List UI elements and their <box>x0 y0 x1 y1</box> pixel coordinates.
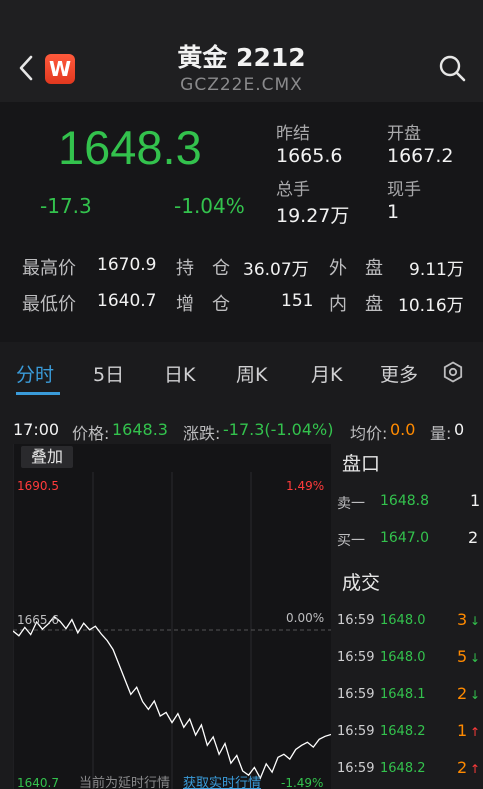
arrow-up-icon: ↑ <box>470 725 481 739</box>
ask1-price: 1648.8 <box>380 493 429 509</box>
chart-pct-mid: 0.00% <box>286 611 325 625</box>
chart-y-bottom: 1640.7 <box>17 776 59 789</box>
info-vol: 0 <box>454 420 465 439</box>
tab-more[interactable]: 更多 <box>380 360 418 387</box>
trade-qty: 2 <box>457 758 468 777</box>
overlay-button[interactable]: 叠加 <box>21 446 73 468</box>
outer-label: 外 盘 <box>329 258 383 279</box>
tab-daily-k[interactable]: 日K <box>164 360 195 387</box>
add-value: 151 <box>281 291 314 311</box>
volume-label: 总手 <box>276 180 310 200</box>
info-change: -17.3(-1.04%) <box>223 420 334 439</box>
prev-close-value: 1665.6 <box>276 145 343 167</box>
info-avg-label: 均价: <box>350 424 388 443</box>
chart-y-mid: 1665.6 <box>17 613 59 627</box>
open-value: 1667.2 <box>387 145 454 167</box>
ask1-qty: 1 <box>470 491 481 510</box>
intraday-chart[interactable] <box>12 444 332 789</box>
chart-y-top: 1690.5 <box>17 479 59 493</box>
trade-price: 1648.0 <box>380 613 426 628</box>
delay-notice: 当前为延时行情 <box>79 776 171 789</box>
low-label: 最低价 <box>22 294 76 315</box>
inner-value: 10.16万 <box>398 296 464 316</box>
trade-time: 16:59 <box>337 761 375 776</box>
active-tab-indicator <box>16 392 60 395</box>
settings-icon[interactable] <box>442 361 464 383</box>
info-time: 17:00 <box>13 420 60 439</box>
trade-qty: 2 <box>457 684 468 703</box>
trades-title: 成交 <box>342 572 381 594</box>
info-avg: 0.0 <box>390 420 416 439</box>
open-label: 开盘 <box>387 124 421 144</box>
current-hand-label: 现手 <box>387 180 421 200</box>
last-price: 1648.3 <box>58 121 202 174</box>
hold-label: 持 仓 <box>176 258 230 279</box>
prev-close-label: 昨结 <box>276 124 310 144</box>
tab-intraday[interactable]: 分时 <box>16 360 54 387</box>
hold-value: 36.07万 <box>243 260 309 280</box>
tab-5day[interactable]: 5日 <box>93 360 124 387</box>
trade-qty: 3 <box>457 610 468 629</box>
info-price: 1648.3 <box>112 420 168 439</box>
bid1-label: 买一 <box>337 533 365 549</box>
order-book-title: 盘口 <box>342 453 381 475</box>
bid1-price: 1647.0 <box>380 530 429 546</box>
chart-pct-top: 1.49% <box>286 479 325 493</box>
low-value: 1640.7 <box>97 291 157 311</box>
intraday-chart-svg <box>12 444 332 789</box>
high-value: 1670.9 <box>97 255 157 275</box>
info-change-label: 涨跌: <box>183 424 221 443</box>
trade-price: 1648.2 <box>380 761 426 776</box>
arrow-down-icon: ↓ <box>470 688 481 702</box>
chart-pct-bottom: -1.49% <box>281 776 324 789</box>
trade-time: 16:59 <box>337 650 375 665</box>
ask1-label: 卖一 <box>337 496 365 512</box>
price-change: -17.3 <box>40 194 92 218</box>
crosshair-infobar: 17:00 价格: 1648.3 涨跌: -17.3(-1.04%) 均价: 0… <box>0 414 483 444</box>
trade-price: 1648.2 <box>380 724 426 739</box>
trade-qty: 1 <box>457 721 468 740</box>
realtime-link[interactable]: 获取实时行情 <box>183 772 261 789</box>
trade-qty: 5 <box>457 647 468 666</box>
current-hand-value: 1 <box>387 201 400 223</box>
trade-time: 16:59 <box>337 613 375 628</box>
price-change-pct: -1.04% <box>174 194 245 218</box>
arrow-down-icon: ↓ <box>470 614 481 628</box>
trade-price: 1648.1 <box>380 687 426 702</box>
info-vol-label: 量: <box>430 424 452 443</box>
trade-time: 16:59 <box>337 687 375 702</box>
arrow-down-icon: ↓ <box>470 651 481 665</box>
arrow-up-icon: ↑ <box>470 762 481 776</box>
trade-price: 1648.0 <box>380 650 426 665</box>
volume-value: 19.27万 <box>276 205 350 227</box>
outer-value: 9.11万 <box>409 260 464 280</box>
page-title: 黄金 2212 <box>177 43 306 72</box>
page-subtitle: GCZ22E.CMX <box>180 75 303 95</box>
tab-weekly-k[interactable]: 周K <box>236 360 267 387</box>
search-icon[interactable] <box>438 54 466 82</box>
inner-label: 内 盘 <box>329 294 383 315</box>
high-label: 最高价 <box>22 258 76 279</box>
tab-monthly-k[interactable]: 月K <box>311 360 342 387</box>
add-label: 增 仓 <box>176 294 230 315</box>
trade-time: 16:59 <box>337 724 375 739</box>
bid1-qty: 2 <box>468 528 479 547</box>
info-price-label: 价格: <box>72 424 110 443</box>
